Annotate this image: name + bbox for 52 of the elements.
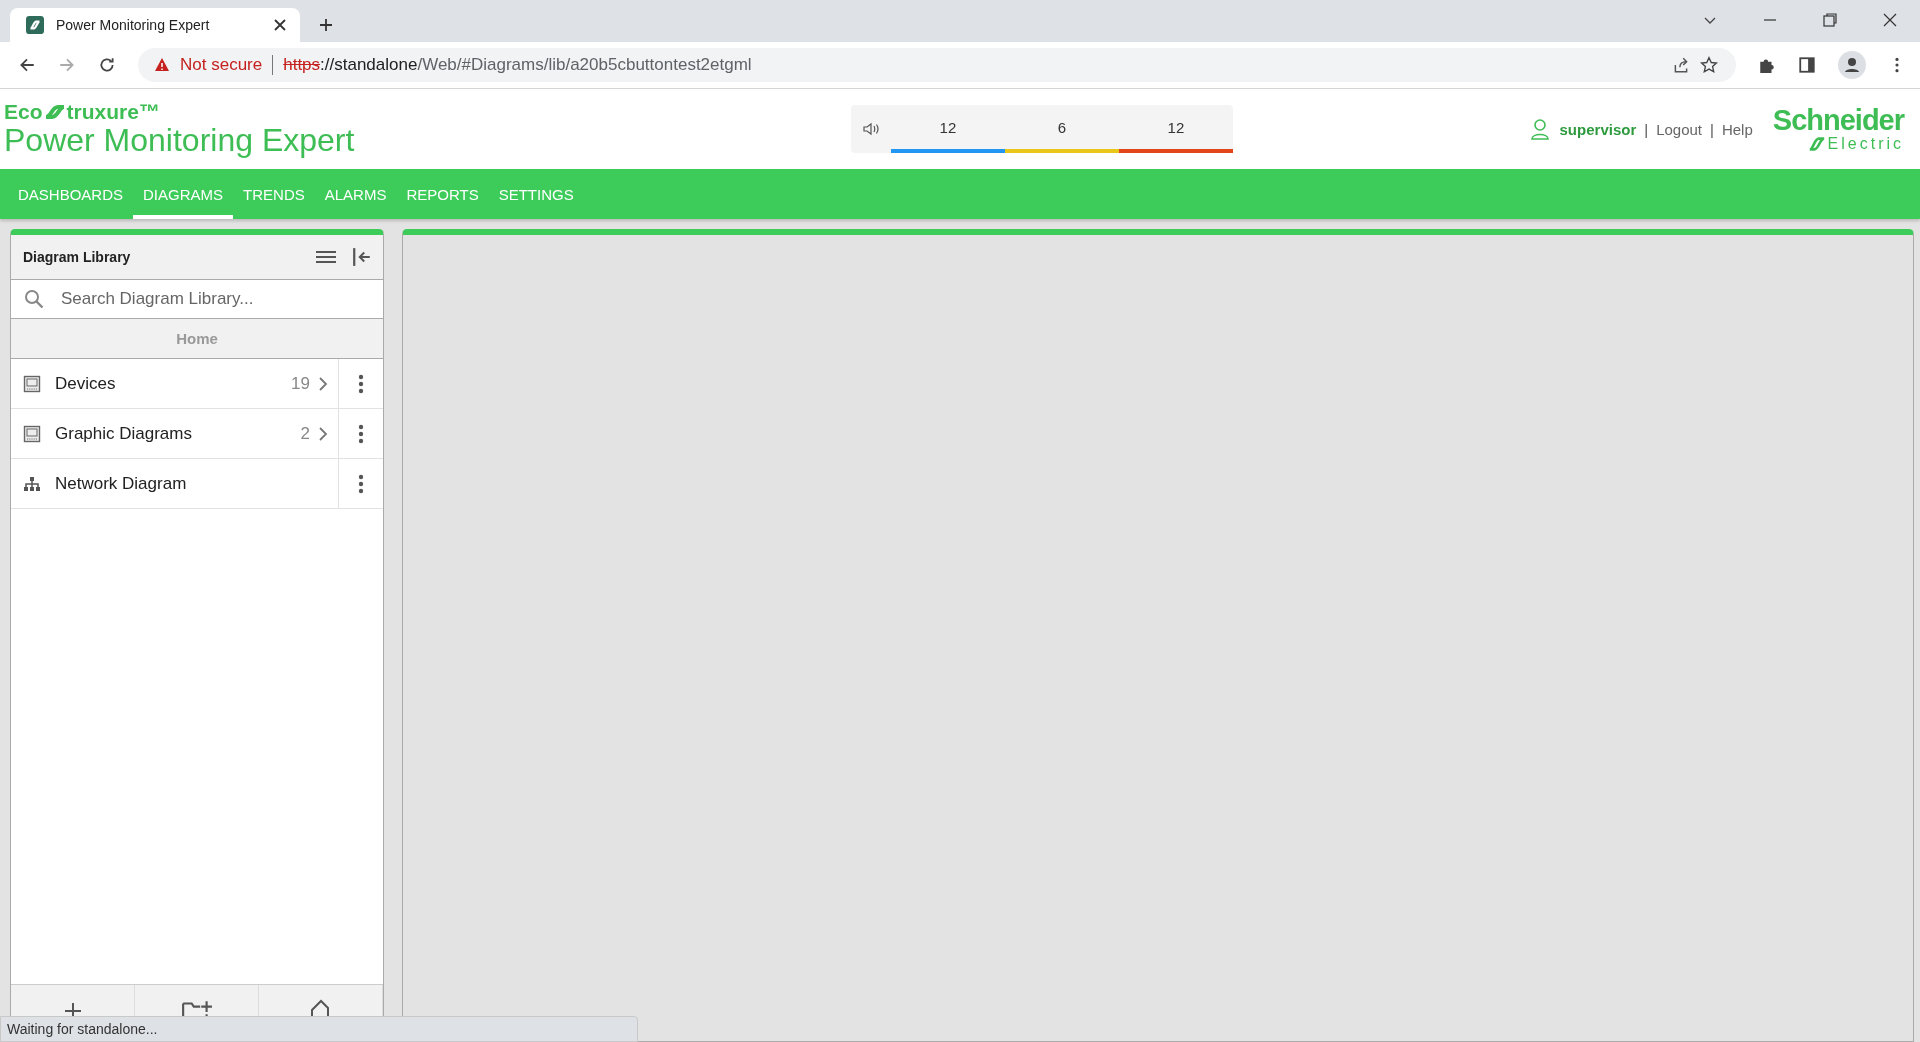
close-icon[interactable]	[1882, 12, 1898, 28]
restore-icon[interactable]	[1822, 12, 1838, 28]
search-icon	[23, 289, 45, 309]
search-field[interactable]: Search Diagram Library...	[59, 288, 371, 310]
library-item[interactable]: Network Diagram	[11, 459, 339, 508]
new-tab-icon[interactable]	[318, 17, 334, 33]
browser-tab[interactable]: Power Monitoring Expert	[10, 8, 300, 42]
alarm-summary[interactable]: 12 6 12	[850, 105, 1233, 153]
library-item[interactable]: Devices 19	[11, 359, 339, 408]
star-icon[interactable]	[1700, 56, 1718, 74]
alarm-count[interactable]: 12	[1118, 105, 1233, 153]
library-item[interactable]: Graphic Diagrams 2	[11, 409, 339, 458]
app-logo-icon	[26, 16, 44, 34]
header-link[interactable]: Logout	[1656, 120, 1703, 138]
security-label: Not secure	[180, 55, 263, 75]
item-count: 2	[300, 423, 310, 444]
panel-title: Diagram Library	[23, 249, 131, 265]
hierarchy-icon	[23, 474, 41, 493]
brand-prefix: Eco	[4, 101, 43, 123]
share-icon[interactable]	[1672, 56, 1690, 74]
vendor-logo-icon	[1807, 135, 1826, 153]
address-bar[interactable]: Not secure https://standalone/Web/#Diagrams/lib/a20b5cbuttontest2etgml	[138, 48, 1736, 82]
more-icon[interactable]	[358, 473, 364, 494]
status-tooltip: Waiting for standalone...	[0, 1016, 638, 1042]
user-icon	[1529, 118, 1550, 140]
chevron-icon	[318, 425, 328, 442]
vendor-name: Schneider	[1772, 105, 1904, 135]
speaker-icon[interactable]	[861, 120, 880, 138]
more-icon[interactable]	[358, 423, 364, 444]
side-panel-icon[interactable]	[1798, 56, 1816, 74]
warning-icon	[154, 57, 170, 73]
tab-title: Power Monitoring Expert	[56, 17, 211, 33]
back-icon[interactable]	[18, 56, 36, 74]
url-text: https://standalone/Web/#Diagrams/lib/a20b5cbuttontest2etgml	[283, 55, 752, 75]
header-link[interactable]: Help	[1721, 120, 1753, 138]
alarm-count[interactable]: 6	[1004, 105, 1119, 153]
chevron-icon	[318, 375, 328, 392]
vendor-subname: Electric	[1827, 136, 1904, 152]
link-separator: |	[1710, 120, 1714, 138]
reload-icon[interactable]	[98, 56, 116, 74]
display-icon	[23, 424, 41, 443]
collapse-icon[interactable]	[351, 247, 373, 267]
alarm-count[interactable]: 12	[890, 105, 1005, 153]
display-icon	[23, 374, 41, 393]
close-icon[interactable]	[272, 17, 288, 33]
item-count: 19	[291, 373, 310, 394]
link-separator: |	[1644, 120, 1649, 138]
brand-suffix: truxure™	[66, 101, 160, 123]
more-icon[interactable]	[358, 373, 364, 394]
product-title: Power Monitoring Expert	[4, 123, 355, 157]
user-name: supervisor	[1559, 120, 1637, 138]
profile-icon[interactable]	[1838, 51, 1866, 79]
